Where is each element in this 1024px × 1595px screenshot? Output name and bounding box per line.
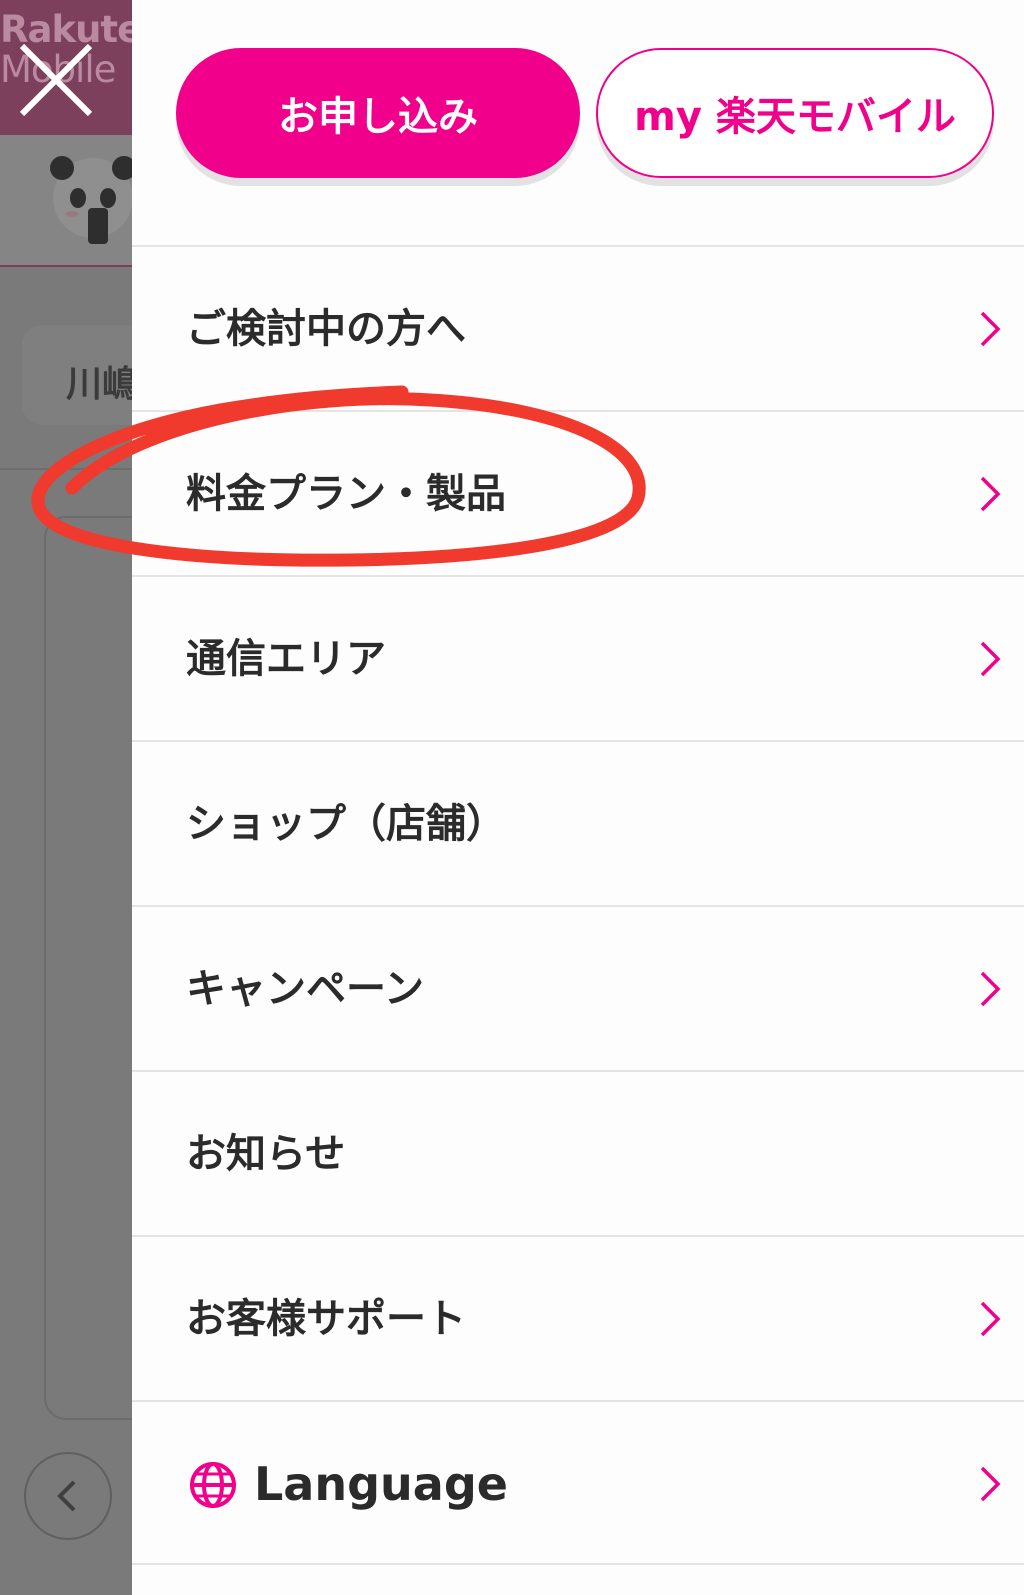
menu-item-campaigns[interactable]: キャンペーン	[132, 905, 1024, 1070]
chevron-right-icon	[980, 1301, 1001, 1337]
menu-item-shops[interactable]: ショップ（店舗）	[132, 740, 1024, 905]
navigation-drawer: お申し込み my 楽天モバイル ご検討中の方へ 料金プラン・製品 通信エリア シ…	[132, 0, 1024, 1595]
menu-item-label: 料金プラン・製品	[186, 471, 506, 517]
chevron-right-icon	[980, 971, 1001, 1007]
background-search-box: 川嶋	[22, 325, 132, 425]
close-icon	[19, 43, 93, 117]
background-card	[44, 516, 132, 1420]
chevron-left-icon	[57, 1480, 76, 1512]
background-header: Rakute Mobile	[0, 0, 132, 135]
menu-item-news[interactable]: お知らせ	[132, 1070, 1024, 1235]
menu-item-label: ショップ（店舗）	[186, 801, 506, 847]
chevron-right-icon	[980, 1466, 1001, 1502]
menu-item-support[interactable]: お客様サポート	[132, 1235, 1024, 1400]
menu-item-label: お知らせ	[186, 1131, 346, 1177]
drawer-action-buttons: お申し込み my 楽天モバイル	[132, 0, 1024, 245]
menu-item-label: お客様サポート	[186, 1296, 466, 1342]
background-page: Rakute Mobile 川嶋	[0, 0, 132, 1595]
panda-mascot-icon	[50, 156, 132, 244]
globe-icon	[190, 1462, 236, 1508]
apply-button[interactable]: お申し込み	[176, 48, 580, 178]
chevron-right-icon	[980, 311, 1001, 347]
menu-item-label: 通信エリア	[186, 636, 386, 682]
close-menu-button[interactable]	[16, 40, 96, 120]
chevron-right-icon	[980, 476, 1001, 512]
previous-slide-button[interactable]	[24, 1452, 112, 1540]
menu-item-plans-products[interactable]: 料金プラン・製品	[132, 410, 1024, 575]
background-divider	[0, 468, 132, 470]
menu-item-label: キャンペーン	[186, 966, 424, 1012]
menu-item-label: ご検討中の方へ	[186, 306, 466, 352]
my-rakuten-mobile-button[interactable]: my 楽天モバイル	[596, 48, 994, 178]
chevron-right-icon	[980, 641, 1001, 677]
menu-item-coverage-area[interactable]: 通信エリア	[132, 575, 1024, 740]
menu-item-label: Language	[254, 1457, 508, 1511]
search-box-text: 川嶋	[66, 364, 132, 405]
menu-item-language[interactable]: Language	[132, 1400, 1024, 1565]
menu-item-considering[interactable]: ご検討中の方へ	[132, 245, 1024, 410]
drawer-menu: ご検討中の方へ 料金プラン・製品 通信エリア ショップ（店舗） キャンペーン お…	[132, 245, 1024, 1565]
